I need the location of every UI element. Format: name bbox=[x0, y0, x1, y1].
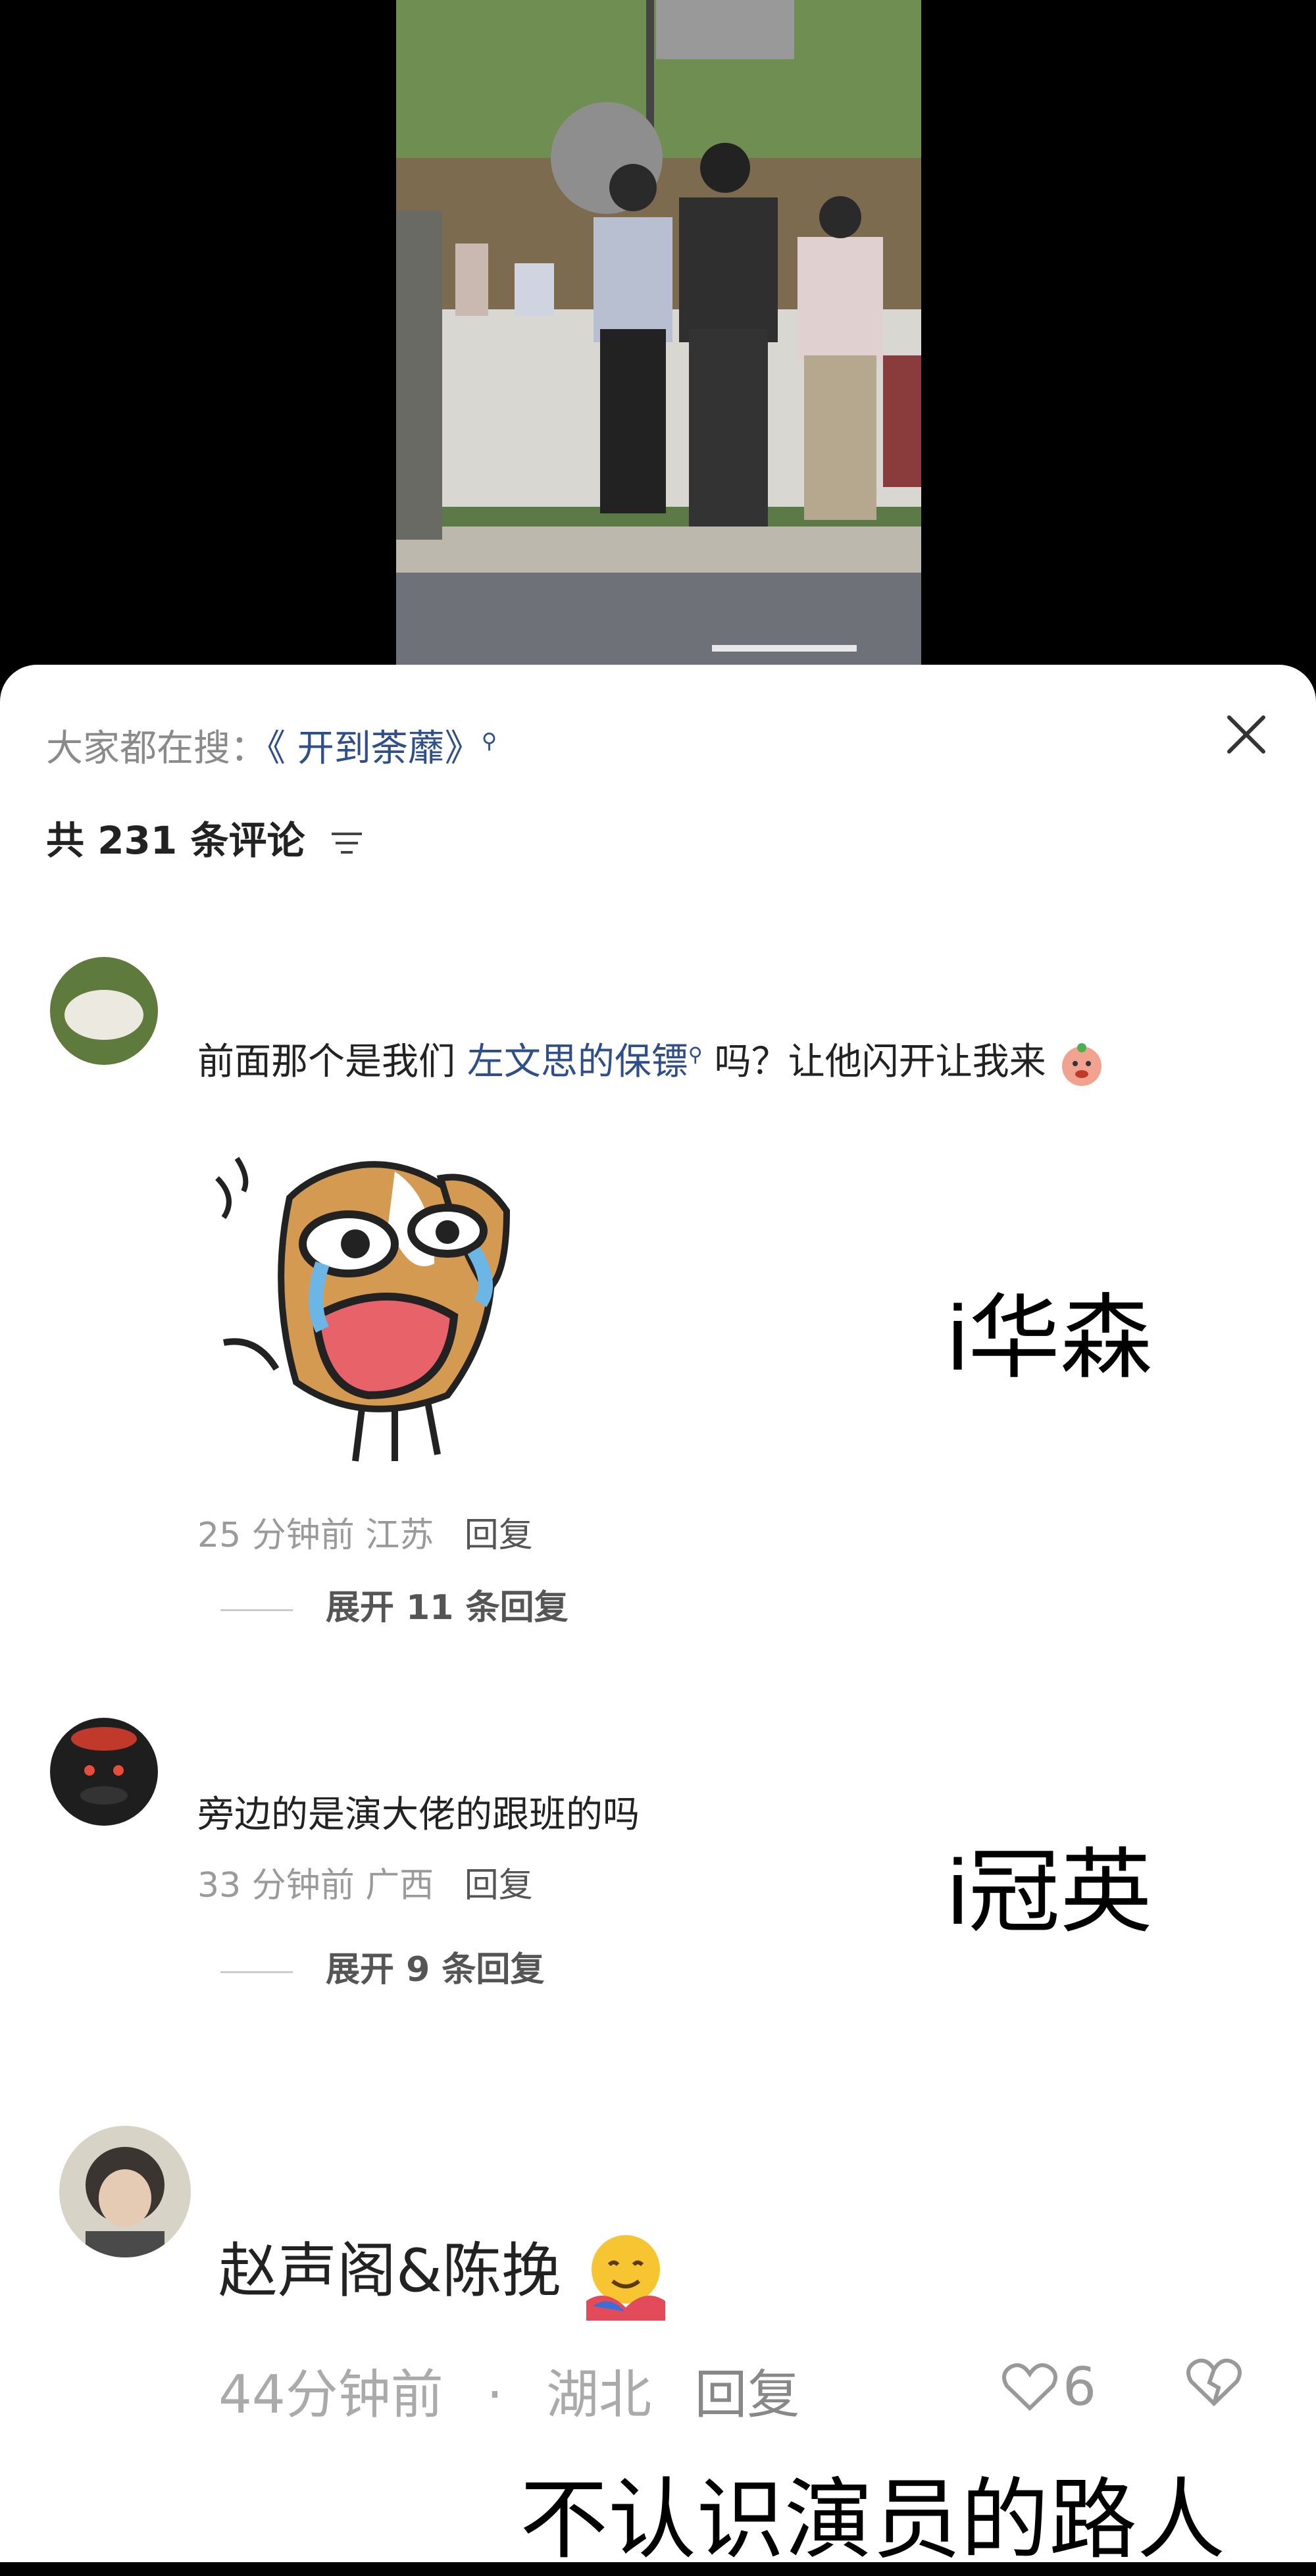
broken-heart-icon bbox=[1186, 2358, 1242, 2407]
comment-location: 江苏 bbox=[365, 1516, 434, 1555]
comment-count: 共 231 条评论 bbox=[46, 810, 363, 865]
expand-replies-button[interactable]: 展开 11 条回复 bbox=[220, 1580, 569, 1629]
comment-text-part: 吗？让他闪开让我来 bbox=[702, 1041, 1046, 1083]
comment-text-part: 前面那个是我们 bbox=[197, 1041, 467, 1083]
search-icon: ⚲ bbox=[481, 728, 497, 754]
close-icon bbox=[1227, 715, 1265, 754]
comment-time: 33 分钟前 bbox=[197, 1866, 355, 1905]
comment-time: 25 分钟前 bbox=[197, 1516, 355, 1555]
crying-dog-sticker bbox=[215, 1156, 511, 1462]
comment-time: 44分钟前 bbox=[218, 2364, 443, 2425]
avatar[interactable] bbox=[50, 1718, 158, 1826]
heart-icon bbox=[1002, 2363, 1057, 2411]
divider-line bbox=[220, 1609, 293, 1611]
like-count: 6 bbox=[1063, 2356, 1096, 2417]
comment-text: 旁边的是演大佬的跟班的吗 bbox=[197, 1793, 640, 1836]
expand-replies-label: 展开 9 条回复 bbox=[326, 1950, 545, 1990]
avatar-image bbox=[59, 2126, 191, 2257]
search-icon: ⚲ bbox=[688, 1043, 703, 1067]
overlay-name-1: i华森 bbox=[948, 1286, 1153, 1389]
close-button[interactable] bbox=[1223, 711, 1270, 758]
trending-search[interactable]: 大家都在搜：《 开到荼蘼》⚲ bbox=[46, 719, 497, 772]
meta-separator: · bbox=[486, 2364, 503, 2425]
comment-meta: 44分钟前 · 湖北 回复 bbox=[218, 2352, 826, 2429]
comment-location: 湖北 bbox=[546, 2364, 652, 2425]
avatar-image bbox=[50, 1718, 158, 1826]
dislike-button[interactable] bbox=[1184, 2356, 1244, 2411]
reply-button[interactable]: 回复 bbox=[695, 2364, 800, 2425]
expand-replies-label: 展开 11 条回复 bbox=[326, 1588, 569, 1628]
avatar[interactable] bbox=[50, 957, 158, 1065]
reply-button[interactable]: 回复 bbox=[465, 1866, 533, 1905]
avatar-image bbox=[50, 957, 158, 1065]
avatar[interactable] bbox=[59, 2126, 191, 2257]
comment-sticker[interactable] bbox=[197, 1119, 658, 1487]
comment-text: 赵声阁&陈挽 bbox=[218, 2223, 672, 2321]
overlay-name-2: i冠英 bbox=[948, 1840, 1153, 1944]
comment-location: 广西 bbox=[365, 1866, 434, 1905]
video-frame[interactable] bbox=[396, 0, 921, 665]
video-player[interactable] bbox=[0, 0, 1316, 665]
trending-search-keyword[interactable]: 《 开到荼蘼》 bbox=[267, 727, 482, 770]
comment-meta: 25 分钟前 江苏 回复 bbox=[197, 1507, 533, 1557]
comment-text: 前面那个是我们 左文思的保镖⚲ 吗？让他闪开让我来 bbox=[197, 1032, 1106, 1089]
emoji-icon bbox=[1062, 1043, 1102, 1086]
reply-button[interactable]: 回复 bbox=[465, 1516, 533, 1555]
comment-text-part: 赵声阁&陈挽 bbox=[218, 2236, 561, 2306]
comment-meta: 33 分钟前 广西 回复 bbox=[197, 1857, 533, 1907]
bottom-caption: 不认识演员的路人 bbox=[520, 2469, 1226, 2571]
comment-count-label: 共 231 条评论 bbox=[46, 818, 305, 863]
video-scene-image bbox=[396, 0, 921, 665]
filter-icon[interactable] bbox=[330, 829, 363, 858]
expand-replies-button[interactable]: 展开 9 条回复 bbox=[220, 1942, 544, 1991]
like-button[interactable]: 6 bbox=[1000, 2356, 1096, 2417]
comment-search-link[interactable]: 左文思的保镖 bbox=[467, 1041, 688, 1083]
hug-emoji-icon bbox=[586, 2235, 665, 2321]
divider-line bbox=[220, 1971, 293, 1973]
trending-search-prefix: 大家都在搜： bbox=[46, 727, 267, 770]
